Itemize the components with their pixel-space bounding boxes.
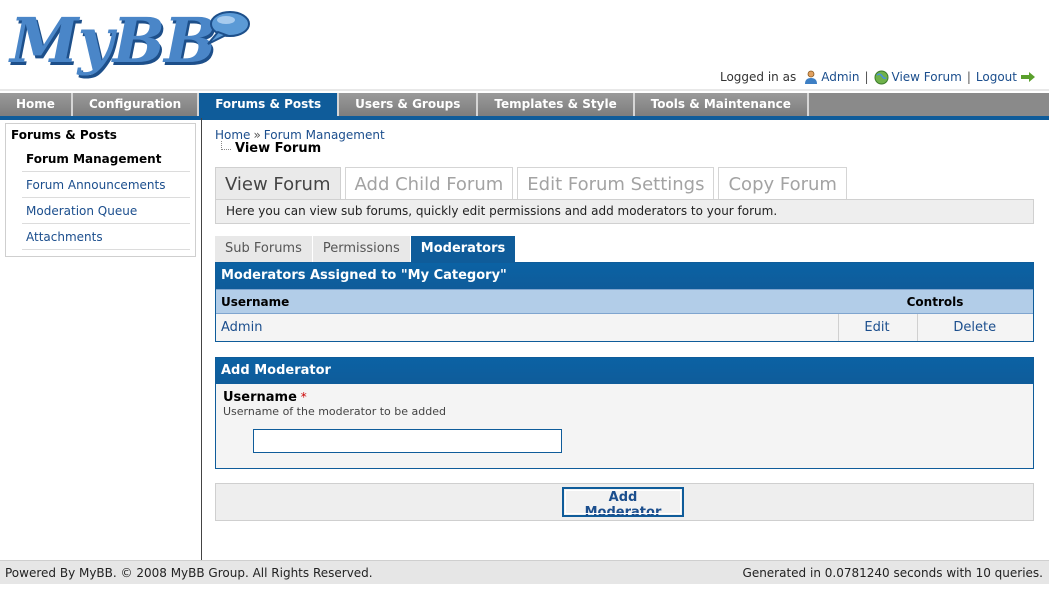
globe-icon	[874, 70, 889, 84]
col-username: Username	[216, 289, 838, 314]
main-content: Home» Forum Management View Forum View Fo…	[215, 118, 1035, 558]
main-menu: Home Configuration Forums & Posts Users …	[0, 89, 1049, 120]
col-controls: Controls	[838, 289, 1033, 314]
header: MyBB Logged in as Admin | View Forum | L…	[0, 0, 1049, 90]
main-tabs: View Forum Add Child Forum Edit Forum Se…	[215, 167, 851, 200]
sidebar-nav-box: Forums & Posts Forum Management Forum An…	[5, 123, 196, 257]
view-forum-link[interactable]: View Forum	[892, 70, 962, 84]
edit-moderator-link[interactable]: Edit	[864, 320, 889, 335]
menu-item-forums-posts[interactable]: Forums & Posts	[199, 93, 340, 116]
logout-link[interactable]: Logout	[976, 70, 1017, 84]
logo-text: MyBB	[10, 4, 216, 77]
sub-tabs: Sub Forums Permissions Moderators	[215, 236, 517, 262]
username-field-description: Username of the moderator to be added	[223, 405, 446, 418]
menu-item-users-groups[interactable]: Users & Groups	[339, 93, 479, 116]
menu-item-home[interactable]: Home	[0, 93, 73, 116]
logged-in-label: Logged in as	[719, 70, 797, 84]
username-input[interactable]	[253, 429, 562, 453]
sidebar: Forums & Posts Forum Management Forum An…	[0, 118, 202, 560]
breadcrumb-home[interactable]: Home	[215, 128, 250, 142]
breadcrumb-separator: »	[253, 128, 261, 142]
sidebar-item-attachments[interactable]: Attachments	[22, 224, 190, 250]
sidebar-title: Forums & Posts	[11, 128, 117, 142]
add-moderator-button[interactable]: Add Moderator	[562, 487, 684, 520]
required-marker: *	[300, 390, 307, 404]
separator: |	[864, 70, 869, 84]
tab-copy-forum[interactable]: Copy Forum	[718, 167, 847, 200]
moderator-username-link[interactable]: Admin	[221, 320, 262, 335]
table-row: Admin Edit Delete	[216, 313, 1033, 341]
user-icon	[805, 70, 818, 84]
page-title: View Forum	[221, 141, 321, 156]
form-buttons: Add Moderator	[215, 483, 1034, 521]
menu-item-tools-maintenance[interactable]: Tools & Maintenance	[634, 93, 809, 116]
speech-bubble-icon	[207, 11, 250, 45]
tab-edit-forum-settings[interactable]: Edit Forum Settings	[517, 167, 715, 200]
add-moderator-box: Add Moderator Username * Username of the…	[215, 357, 1034, 469]
breadcrumb: Home» Forum Management	[215, 128, 385, 142]
moderators-table: Username Controls Admin Edit Delete	[216, 289, 1033, 341]
moderators-heading: Moderators Assigned to "My Category"	[216, 263, 1033, 289]
subtab-permissions[interactable]: Permissions	[312, 236, 411, 262]
menu-item-configuration[interactable]: Configuration	[72, 93, 200, 116]
menu-item-templates-style[interactable]: Templates & Style	[478, 93, 635, 116]
subtab-moderators[interactable]: Moderators	[410, 236, 517, 262]
separator: |	[966, 70, 971, 84]
user-links: Logged in as Admin | View Forum | Logout	[720, 69, 1039, 85]
footer: Powered By MyBB. © 2008 MyBB Group. All …	[0, 560, 1049, 584]
sidebar-item-forum-announcements[interactable]: Forum Announcements	[22, 172, 190, 198]
footer-generated-info: Generated in 0.0781240 seconds with 10 q…	[742, 566, 1043, 580]
breadcrumb-forum-management[interactable]: Forum Management	[264, 128, 385, 142]
moderators-box: Moderators Assigned to "My Category" Use…	[215, 262, 1034, 342]
admin-user-link[interactable]: Admin	[821, 70, 859, 84]
arrow-right-icon	[1021, 72, 1035, 82]
page-title-text: View Forum	[235, 141, 322, 156]
sidebar-item-forum-management[interactable]: Forum Management	[22, 146, 190, 172]
tab-add-child-forum[interactable]: Add Child Forum	[344, 167, 514, 200]
mybb-logo[interactable]: MyBB	[8, 4, 258, 84]
footer-copyright: Powered By MyBB. © 2008 MyBB Group. All …	[5, 566, 373, 580]
username-field-label: Username	[223, 390, 297, 405]
delete-moderator-link[interactable]: Delete	[953, 320, 996, 335]
tab-view-forum[interactable]: View Forum	[215, 167, 341, 200]
subtab-sub-forums[interactable]: Sub Forums	[215, 236, 313, 262]
sidebar-item-moderation-queue[interactable]: Moderation Queue	[22, 198, 190, 224]
tab-description: Here you can view sub forums, quickly ed…	[215, 199, 1034, 224]
add-moderator-heading: Add Moderator	[216, 358, 1033, 384]
